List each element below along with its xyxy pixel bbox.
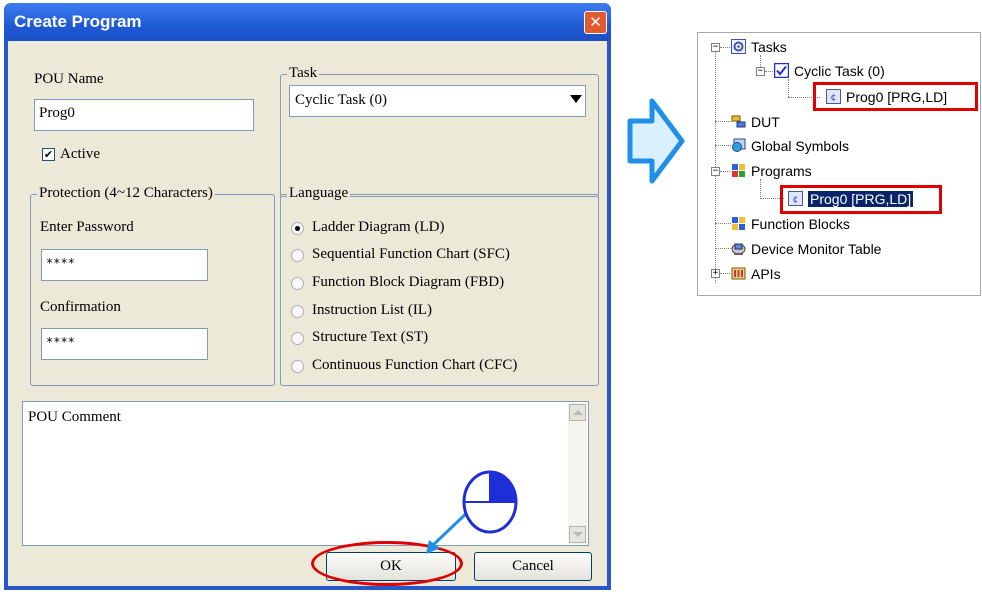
language-option-label: Sequential Function Chart (SFC) [312, 246, 510, 262]
language-group: Language Ladder Diagram (LD) Sequential … [280, 185, 599, 386]
enter-password-label: Enter Password [40, 219, 134, 235]
tree-label: Programs [751, 163, 812, 179]
radio-st[interactable] [291, 332, 304, 345]
monitor-icon [731, 243, 746, 255]
comment-scrollbar[interactable] [568, 403, 587, 544]
language-option-ld[interactable]: Ladder Diagram (LD) [291, 218, 581, 238]
password-value: **** [46, 256, 75, 270]
tree-label: Device Monitor Table [751, 241, 882, 257]
radio-cfc[interactable] [291, 360, 304, 373]
pou-comment-placeholder: POU Comment [28, 409, 121, 425]
globe-icon [732, 138, 746, 152]
tree-label: Function Blocks [751, 216, 850, 232]
project-tree: − − − + Tasks Cyclic Task (0) ¢ Prog0 [P… [697, 32, 981, 296]
language-option-st[interactable]: Structure Text (ST) [291, 328, 581, 348]
protection-legend: Protection (4~12 Characters) [37, 185, 215, 202]
task-select[interactable]: Cyclic Task (0) [289, 85, 586, 117]
active-label: Active [60, 146, 100, 162]
collapse-programs-toggle[interactable]: − [711, 167, 720, 176]
right-arrow-icon [627, 98, 685, 184]
task-group: Task Cyclic Task (0) [280, 65, 599, 197]
language-option-sfc[interactable]: Sequential Function Chart (SFC) [291, 245, 581, 265]
language-option-label: Ladder Diagram (LD) [312, 219, 445, 235]
language-option-fbd[interactable]: Function Block Diagram (FBD) [291, 273, 581, 293]
active-checkbox-row[interactable]: ✔ Active [42, 145, 132, 165]
confirmation-label: Confirmation [40, 299, 121, 315]
mouse-click-icon [426, 470, 518, 554]
close-button[interactable]: ✕ [584, 11, 607, 34]
pou-name-input[interactable]: Prog0 [34, 99, 254, 131]
language-option-cfc[interactable]: Continuous Function Chart (CFC) [291, 356, 587, 376]
program-icon: ¢ [788, 191, 803, 206]
radio-fbd[interactable] [291, 277, 304, 290]
radio-sfc[interactable] [291, 249, 304, 262]
task-legend: Task [287, 65, 320, 82]
collapse-tasks-toggle[interactable]: − [711, 43, 720, 52]
tree-label: Prog0 [PRG,LD] [846, 89, 948, 105]
language-option-label: Continuous Function Chart (CFC) [312, 357, 518, 373]
close-icon: ✕ [589, 13, 602, 31]
tree-label: Cyclic Task (0) [794, 63, 885, 79]
language-option-label: Structure Text (ST) [312, 329, 429, 345]
tree-label: APIs [751, 266, 781, 282]
protection-group: Protection (4~12 Characters) Enter Passw… [30, 185, 275, 386]
expand-apis-toggle[interactable]: + [711, 269, 720, 278]
pou-name-value: Prog0 [39, 105, 75, 121]
confirmation-value: **** [46, 335, 75, 349]
radio-ld[interactable] [291, 222, 304, 235]
programs-icon [732, 164, 745, 177]
tree-label: Tasks [751, 39, 787, 55]
dut-icon [731, 115, 746, 128]
dropdown-arrow-icon[interactable] [570, 95, 582, 103]
tree-label: Global Symbols [751, 138, 850, 154]
radio-il[interactable] [291, 305, 304, 318]
scroll-down-icon[interactable] [569, 526, 586, 543]
program-icon: ¢ [826, 89, 841, 104]
dialog-title: Create Program [14, 12, 142, 31]
password-input[interactable]: **** [41, 249, 208, 281]
tree-label-selected: Prog0 [PRG,LD] [808, 191, 914, 207]
function-blocks-icon [732, 217, 745, 230]
pou-name-label: POU Name [34, 71, 104, 87]
svg-text:¢: ¢ [831, 93, 837, 103]
confirmation-input[interactable]: **** [41, 328, 208, 360]
svg-text:¢: ¢ [793, 195, 799, 205]
cancel-button-label: Cancel [512, 558, 554, 574]
language-option-label: Instruction List (IL) [312, 302, 432, 318]
active-checkbox[interactable]: ✔ [42, 148, 55, 161]
api-icon [731, 267, 746, 280]
gear-icon [731, 39, 746, 54]
tree-label: DUT [751, 114, 780, 130]
language-option-label: Function Block Diagram (FBD) [312, 274, 505, 290]
language-legend: Language [287, 185, 351, 202]
task-select-value: Cyclic Task (0) [295, 92, 387, 108]
language-option-il[interactable]: Instruction List (IL) [291, 301, 581, 321]
checkbox-icon [774, 63, 789, 78]
dialog-titlebar[interactable]: Create Program ✕ [4, 3, 611, 41]
collapse-cyclic-task-toggle[interactable]: − [756, 67, 765, 76]
scroll-up-icon[interactable] [569, 404, 586, 421]
